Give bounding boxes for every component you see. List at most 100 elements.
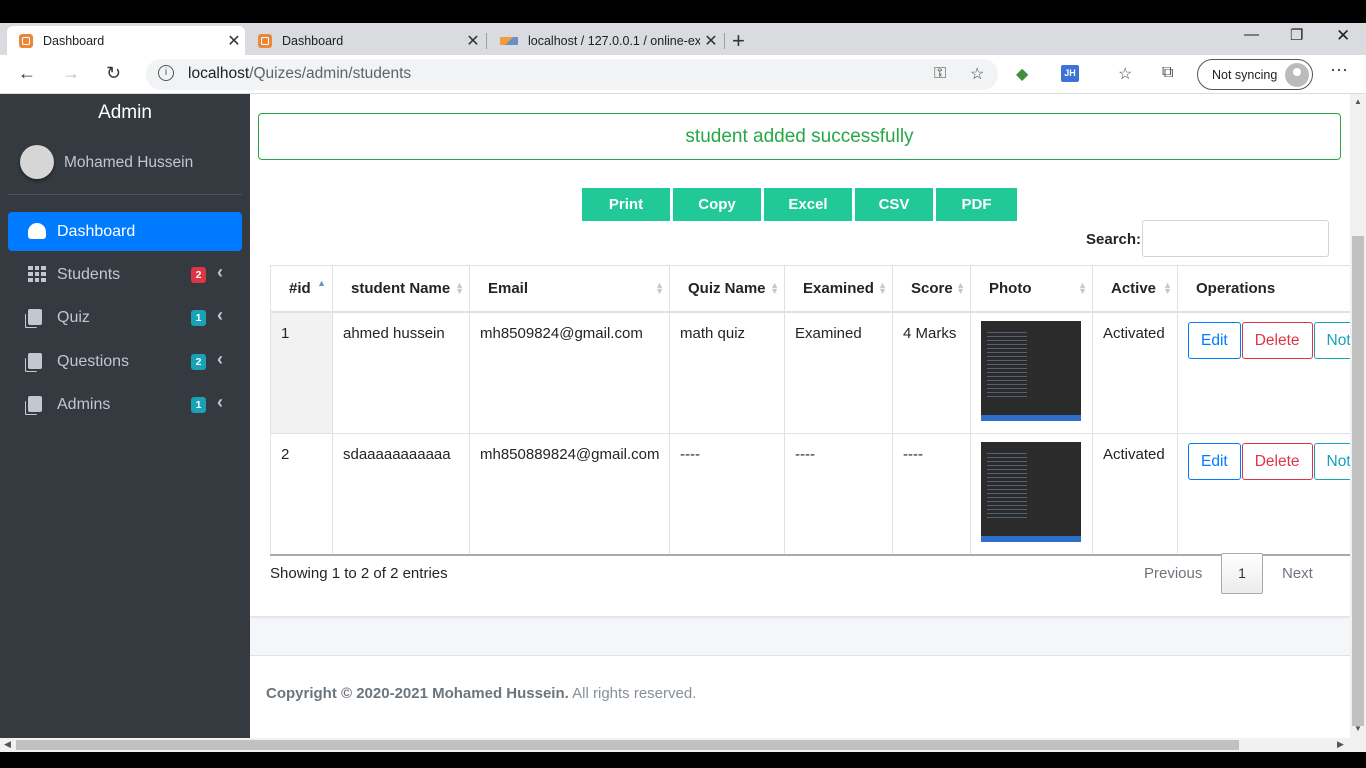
jh-extension-icon[interactable]: JH [1061,65,1079,82]
user-name[interactable]: Mohamed Hussein [64,154,193,172]
count-badge: 2 [191,354,206,370]
next-button[interactable]: Next [1282,553,1313,594]
count-badge: 1 [191,310,206,326]
brand-title[interactable]: Admin [0,102,250,124]
user-panel: Mohamed Hussein [8,145,242,195]
scroll-up-arrow-icon[interactable]: ▲ [1354,97,1362,106]
delete-button[interactable]: Delete [1241,442,1313,480]
horizontal-scroll-thumb[interactable] [16,740,1239,750]
chevron-left-icon: ‹ [217,305,223,325]
cell-quiz: ---- [669,432,785,556]
col-header-operations: Operations [1177,265,1350,313]
sync-label: Not syncing [1212,68,1278,82]
restore-icon[interactable]: ❐ [1290,26,1303,44]
col-header-photo[interactable]: Photo ▲ ▼ [970,265,1093,313]
chevron-left-icon: ‹ [217,349,223,369]
sort-icon: ▲ ▼ [770,280,779,296]
tab-dashboard-1[interactable]: Dashboard ✕ [7,26,245,55]
cell-id: 2 [270,432,333,556]
print-button[interactable]: Print [582,188,670,221]
forward-arrow-icon[interactable]: → [62,63,80,84]
col-header-active[interactable]: Active ▲ ▼ [1092,265,1178,313]
previous-button[interactable]: Previous [1144,553,1202,594]
cell-examined: ---- [784,432,893,556]
scroll-left-arrow-icon[interactable]: ◀ [4,739,11,750]
scroll-down-arrow-icon[interactable]: ▼ [1354,724,1362,733]
page-1-button[interactable]: 1 [1221,553,1263,594]
search-input[interactable] [1142,220,1329,257]
sidebar-item-label: Dashboard [57,223,136,240]
back-arrow-icon[interactable]: ← [18,63,36,84]
url-text: localhost/Quizes/admin/students [188,65,412,82]
user-avatar[interactable] [20,145,54,179]
table-row: 2 sdaaaaaaaaaaa mh850889824@gmail.com --… [270,432,1350,556]
favorites-icon[interactable]: ☆ [1118,64,1132,84]
close-tab-icon[interactable]: ✕ [700,31,722,51]
collections-icon[interactable]: ⧉ [1162,64,1173,82]
close-window-icon[interactable]: ✕ [1336,26,1350,46]
url-field[interactable]: i localhost/Quizes/admin/students ⚿ ☆ [146,59,998,90]
horizontal-scrollbar[interactable]: ◀ ▶ [0,738,1366,752]
sort-icon: ▲ ▼ [1078,280,1087,296]
cell-email: mh850889824@gmail.com [469,432,670,556]
excel-button[interactable]: Excel [764,188,852,221]
vertical-scrollbar[interactable]: ▲ ▼ [1350,94,1366,738]
sidebar-item-dashboard[interactable]: Dashboard [8,212,242,251]
tab-title: localhost / 127.0.0.1 / online-exa [528,33,700,48]
copyright-owner: Copyright © 2020-2021 Mohamed Hussein. [266,685,569,702]
chevron-left-icon: ‹ [217,392,223,412]
favorite-star-icon[interactable]: ☆ [970,64,984,84]
profile-avatar-icon [1285,63,1309,87]
table-row: 1 ahmed hussein mh8509824@gmail.com math… [270,311,1350,434]
sidebar-item-questions[interactable]: Questions 2 ‹ [8,342,242,381]
extension-icon[interactable]: ◆ [1016,64,1028,84]
col-header-score[interactable]: Score ▲ ▼ [892,265,971,313]
search-label: Search: [1086,231,1142,248]
col-header-student-name[interactable]: student Name ▲ ▼ [332,265,470,313]
vertical-scroll-thumb[interactable] [1352,236,1364,726]
close-tab-icon[interactable]: ✕ [462,31,484,51]
pdf-button[interactable]: PDF [936,188,1017,221]
copy-button[interactable]: Copy [673,188,761,221]
refresh-icon[interactable]: ↻ [106,63,121,84]
csv-button[interactable]: CSV [855,188,933,221]
cell-name: ahmed hussein [332,311,470,434]
tab-phpmyadmin[interactable]: localhost / 127.0.0.1 / online-exa ✕ [488,26,722,55]
cell-active: Activated [1092,432,1178,556]
close-tab-icon[interactable]: ✕ [223,31,245,51]
edit-button[interactable]: Edit [1188,321,1241,359]
more-menu-icon[interactable]: ⋯ [1330,60,1348,81]
sidebar-item-quiz[interactable]: Quiz 1 ‹ [8,298,242,337]
info-icon[interactable]: i [158,65,174,81]
delete-button[interactable]: Delete [1241,321,1313,359]
sidebar-item-label: Admins [57,396,111,413]
student-photo [981,441,1081,542]
screen: Dashboard ✕ Dashboard ✕ localhost / 127.… [0,0,1366,768]
col-header-examined[interactable]: Examined ▲ ▼ [784,265,893,313]
cell-score: 4 Marks [892,311,971,434]
minimize-icon[interactable]: — [1244,26,1259,43]
profile-sync-button[interactable]: Not syncing [1197,59,1313,90]
col-header-id[interactable]: #id ▲ [270,265,333,313]
sidebar-item-admins[interactable]: Admins 1 ‹ [8,385,242,424]
cell-photo [970,432,1093,556]
xampp-favicon-icon [258,33,272,48]
tab-dashboard-2[interactable]: Dashboard ✕ [246,26,484,55]
sidebar-item-students[interactable]: Students 2 ‹ [8,255,242,294]
copy-icon [28,353,42,369]
col-header-quiz-name[interactable]: Quiz Name ▲ ▼ [669,265,785,313]
not-button[interactable]: Not [1313,321,1350,359]
scroll-right-arrow-icon[interactable]: ▶ [1337,739,1344,750]
key-icon[interactable]: ⚿ [934,65,946,83]
tab-title: Dashboard [43,33,105,48]
sort-icon: ▲ ▼ [878,280,887,296]
tab-title: Dashboard [282,33,344,48]
col-header-email[interactable]: Email ▲ ▼ [469,265,670,313]
edit-button[interactable]: Edit [1188,442,1241,480]
table-info: Showing 1 to 2 of 2 entries [270,565,448,582]
success-alert: student added successfully [258,113,1341,160]
not-button[interactable]: Not [1313,442,1350,480]
phpmyadmin-favicon-icon [500,35,518,47]
tab-separator [724,33,725,49]
new-tab-plus-icon[interactable]: + [732,28,745,54]
